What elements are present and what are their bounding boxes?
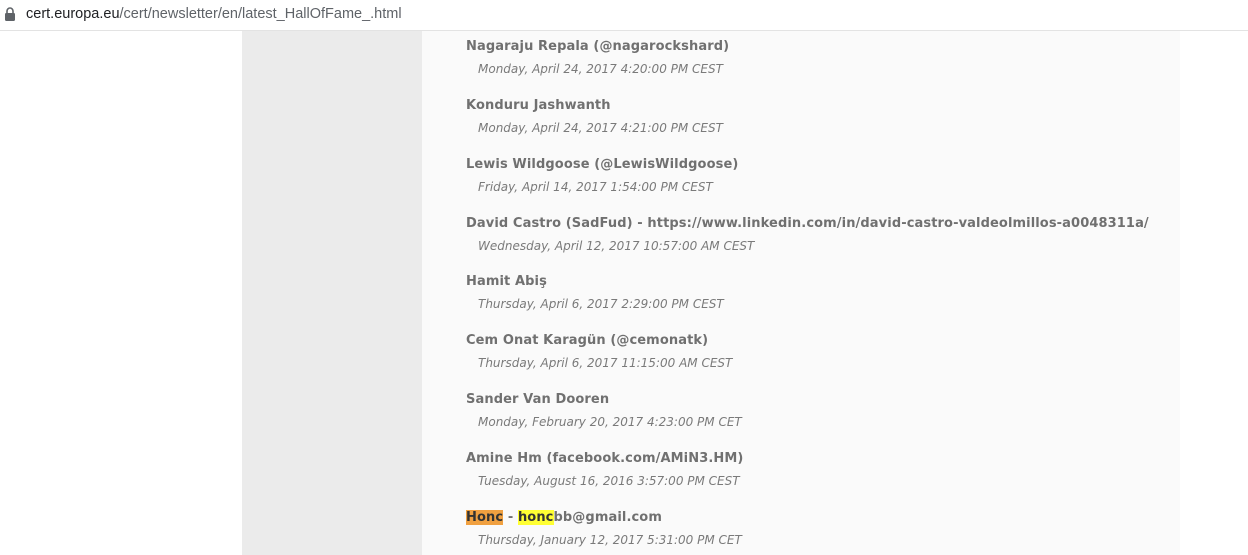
list-item: Hamit Abiş Thursday, April 6, 2017 2:29:… <box>466 274 1166 311</box>
entry-date: Wednesday, April 12, 2017 10:57:00 AM CE… <box>478 239 755 253</box>
list-item: Lewis Wildgoose (@LewisWildgoose) Friday… <box>466 157 1166 194</box>
search-highlight: Honc <box>466 510 504 525</box>
list-item: Amine Hm (facebook.com/AMiN3.HM) Tuesday… <box>466 451 1166 488</box>
list-item: Honc - honcbb@gmail.com Thursday, Januar… <box>466 510 1166 547</box>
entry-date: Tuesday, August 16, 2016 3:57:00 PM CEST <box>478 474 740 488</box>
entry-name: Nagaraju Repala (@nagarockshard) <box>466 39 730 54</box>
entry-separator: - <box>503 510 518 525</box>
list-item: Konduru Jashwanth Monday, April 24, 2017… <box>466 98 1166 135</box>
url-path: /cert/newsletter/en/latest_HallOfFame_.h… <box>119 6 402 22</box>
entry-name: Sander Van Dooren <box>466 392 610 407</box>
entry-date: Monday, April 24, 2017 4:20:00 PM CEST <box>478 62 723 76</box>
entry-name: Konduru Jashwanth <box>466 98 611 113</box>
entry-name: Cem Onat Karagün (@cemonatk) <box>466 333 709 348</box>
list-item: Cem Onat Karagün (@cemonatk) Thursday, A… <box>466 333 1166 370</box>
entry-name: Amine Hm (facebook.com/AMiN3.HM) <box>466 451 744 466</box>
url-domain: cert.europa.eu <box>26 6 120 22</box>
list-item: Nagaraju Repala (@nagarockshard) Monday,… <box>466 39 1166 76</box>
entry-date: Friday, April 14, 2017 1:54:00 PM CEST <box>478 180 713 194</box>
hall-of-fame-list: Nagaraju Repala (@nagarockshard) Monday,… <box>422 31 1180 555</box>
search-highlight: honc <box>517 510 554 525</box>
list-item: David Castro (SadFud) - https://www.link… <box>466 216 1166 253</box>
entry-name: David Castro (SadFud) - https://www.link… <box>466 216 1149 231</box>
entry-date: Thursday, April 6, 2017 11:15:00 AM CEST <box>478 356 733 370</box>
address-bar[interactable]: cert.europa.eu/cert/newsletter/en/latest… <box>0 0 1248 31</box>
entry-date: Thursday, January 12, 2017 5:31:00 PM CE… <box>478 533 742 547</box>
entry-date: Thursday, April 6, 2017 2:29:00 PM CEST <box>478 297 724 311</box>
entry-name: Hamit Abiş <box>466 274 547 289</box>
lock-icon[interactable] <box>4 7 16 21</box>
entry-name: Lewis Wildgoose (@LewisWildgoose) <box>466 157 739 172</box>
entry-date: Monday, April 24, 2017 4:21:00 PM CEST <box>478 121 723 135</box>
entry-name: Honc - honcbb@gmail.com <box>466 510 1166 525</box>
entry-email-rest: bb@gmail.com <box>553 510 662 525</box>
url-text[interactable]: cert.europa.eu/cert/newsletter/en/latest… <box>26 6 402 22</box>
list-item: Sander Van Dooren Monday, February 20, 2… <box>466 392 1166 429</box>
entry-date: Monday, February 20, 2017 4:23:00 PM CET <box>478 415 742 429</box>
